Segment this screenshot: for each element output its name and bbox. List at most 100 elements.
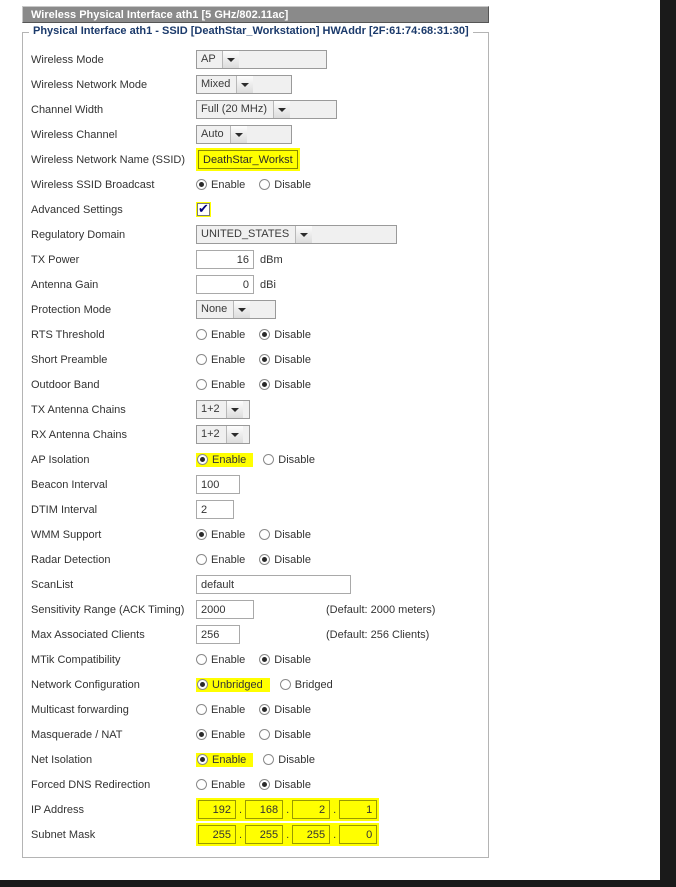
radio-net-isolation-enable[interactable]: Enable [197,754,246,766]
subnet-mask-octet-1[interactable] [198,825,236,844]
radio-masquerade-nat-disable[interactable]: Disable [259,729,311,741]
ip-address-octet-2[interactable] [245,800,284,819]
radio-forced-dns-redirection-disable[interactable]: Disable [259,779,311,791]
select-channel-width[interactable]: Full (20 MHz) [196,100,337,119]
radio-masquerade-nat-enable[interactable]: Enable [196,729,245,741]
radio-dot-icon [196,379,207,390]
radio-rts-threshold-disable[interactable]: Disable [259,329,311,341]
chevron-down-icon [273,101,291,118]
select-wireless-channel[interactable]: Auto [196,125,292,144]
radio-dot-icon [259,729,271,740]
dtim-interval-input[interactable] [196,500,234,519]
select-tx-antenna-chains[interactable]: 1+2 [196,400,250,419]
subnet-mask-octet-2[interactable] [245,825,284,844]
select-wireless-mode[interactable]: AP [196,50,327,69]
row-ip-address: IP Address . . . [23,797,488,822]
radio-dot-icon [259,554,271,565]
radio-ap-isolation-disable[interactable]: Disable [263,454,315,466]
radio-ssid-broadcast-disable[interactable]: Disable [259,179,311,191]
radio-label-enable: Enable [211,328,246,341]
checkbox-advanced-settings[interactable] [197,201,210,216]
radio-label-enable: Enable [211,703,246,716]
max-associated-clients-input[interactable] [196,625,240,644]
radio-label-enable: Enable [211,778,246,791]
select-wireless-channel-value: Auto [201,128,224,140]
row-antenna-gain: Antenna Gain dBi [23,272,488,297]
select-channel-width-value: Full (20 MHz) [201,103,268,115]
radio-network-configuration-bridged[interactable]: Bridged [279,678,333,691]
radio-label-enable: Enable [212,753,247,766]
row-protection-mode: Protection Mode None [23,297,488,322]
select-protection-mode-value: None [201,303,228,315]
net-isolation-enable-highlight: Enable [196,752,254,767]
select-protection-mode[interactable]: None [196,300,276,319]
label-wireless-network-mode: Wireless Network Mode [31,78,148,91]
ip-address-octet-4[interactable] [339,800,378,819]
radio-multicast-forwarding-disable[interactable]: Disable [259,704,311,716]
row-wmm-support: WMM Support Enable Disable [23,522,488,547]
radio-wmm-support-enable[interactable]: Enable [196,529,245,541]
radio-rts-threshold-enable[interactable]: Enable [196,329,245,341]
beacon-interval-input[interactable] [196,475,240,494]
radio-radar-detection-disable[interactable]: Disable [259,554,311,566]
label-masquerade-nat: Masquerade / NAT [31,728,123,741]
label-forced-dns-redirection: Forced DNS Redirection [31,778,151,791]
row-wireless-channel: Wireless Channel Auto [23,122,488,147]
label-dtim-interval: DTIM Interval [31,503,98,516]
subnet-mask-octet-3[interactable] [292,825,331,844]
row-beacon-interval: Beacon Interval [23,472,488,497]
label-net-isolation: Net Isolation [31,753,93,766]
subnet-mask-quad: . . . [196,823,380,846]
radio-short-preamble-disable[interactable]: Disable [259,354,311,366]
radio-dot-icon [196,779,207,790]
radio-short-preamble-enable[interactable]: Enable [196,354,245,366]
ip-address-octet-1[interactable] [198,800,236,819]
radio-label-enable: Enable [211,553,246,566]
select-rx-antenna-chains-value: 1+2 [201,428,220,440]
ip-address-quad: . . . [196,798,380,821]
radio-multicast-forwarding-enable[interactable]: Enable [196,704,245,716]
tx-power-input[interactable] [196,250,254,269]
select-regulatory-domain[interactable]: UNITED_STATES [196,225,397,244]
label-advanced-settings: Advanced Settings [31,203,123,216]
row-subnet-mask: Subnet Mask . . . [23,822,488,847]
radio-wmm-support-disable[interactable]: Disable [259,529,311,541]
select-rx-antenna-chains[interactable]: 1+2 [196,425,250,444]
row-regulatory-domain: Regulatory Domain UNITED_STATES [23,222,488,247]
label-rx-antenna-chains: RX Antenna Chains [31,428,128,441]
antenna-gain-unit: dBi [260,278,276,291]
radio-label-disable: Disable [274,528,311,541]
radio-radar-detection-enable[interactable]: Enable [196,554,245,566]
label-outdoor-band: Outdoor Band [31,378,100,391]
subnet-mask-octet-4[interactable] [339,825,378,844]
radio-ssid-broadcast-enable[interactable]: Enable [196,179,245,191]
radio-net-isolation-disable[interactable]: Disable [263,754,315,766]
ip-dot-separator: . [333,803,337,816]
radio-label-bridged: Bridged [294,678,333,691]
radio-mtik-compatibility-enable[interactable]: Enable [196,654,245,666]
ip-address-octet-3[interactable] [292,800,331,819]
row-wireless-mode: Wireless Mode AP [23,47,488,72]
label-mtik-compatibility: MTik Compatibility [31,653,121,666]
label-wireless-mode: Wireless Mode [31,53,104,66]
radio-dot-icon [196,529,207,540]
row-dtim-interval: DTIM Interval [23,497,488,522]
ssid-input[interactable] [198,150,298,169]
radio-dot-icon [259,779,271,790]
select-wireless-network-mode[interactable]: Mixed [196,75,292,94]
row-scanlist: ScanList [23,572,488,597]
scanlist-input[interactable] [196,575,351,594]
radio-mtik-compatibility-disable[interactable]: Disable [259,654,311,666]
radio-ap-isolation-enable[interactable]: Enable [197,454,246,466]
radio-outdoor-band-enable[interactable]: Enable [196,379,245,391]
label-subnet-mask: Subnet Mask [31,828,96,841]
radio-network-configuration-unbridged[interactable]: Unbridged [197,679,263,691]
radio-forced-dns-redirection-enable[interactable]: Enable [196,779,245,791]
ip-dot-separator: . [239,828,243,841]
radio-outdoor-band-disable[interactable]: Disable [259,379,311,391]
sensitivity-range-input[interactable] [196,600,254,619]
advanced-settings-highlight [196,201,211,217]
label-ap-isolation: AP Isolation [31,453,90,466]
label-protection-mode: Protection Mode [31,303,112,316]
antenna-gain-input[interactable] [196,275,254,294]
